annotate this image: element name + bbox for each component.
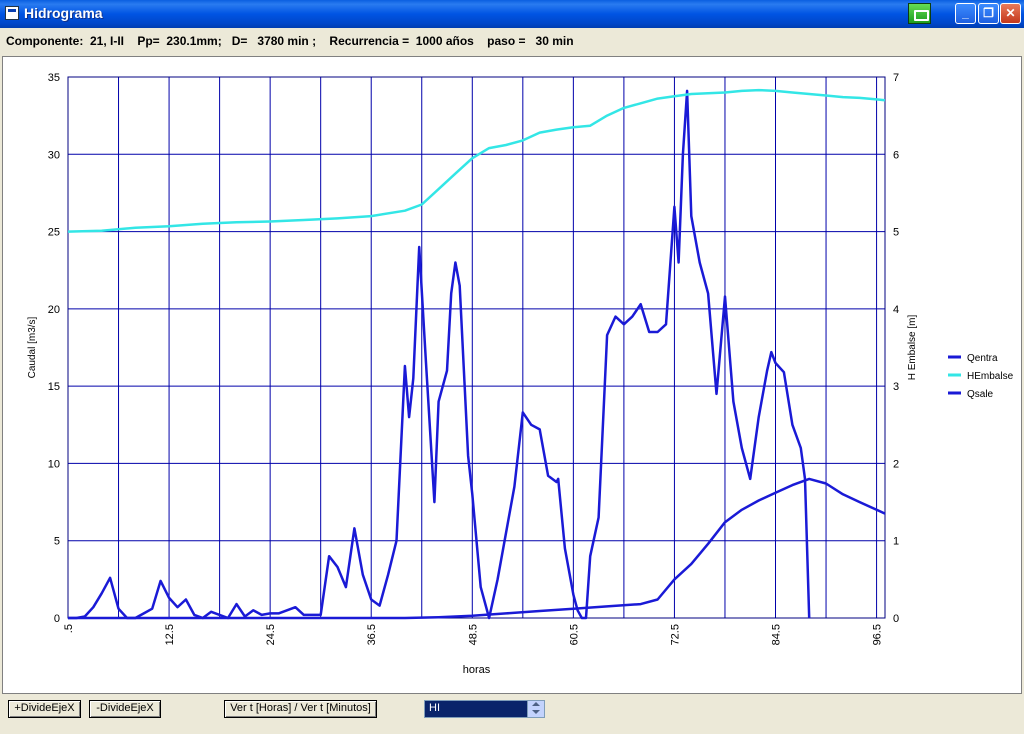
x-tick-label: 84.5 bbox=[771, 624, 783, 645]
close-button[interactable]: ✕ bbox=[1000, 3, 1021, 24]
x-tick-label: 36.5 bbox=[366, 624, 378, 645]
app-icon[interactable] bbox=[5, 6, 19, 20]
y-left-tick-label: 35 bbox=[48, 72, 60, 84]
y-left-tick-label: 10 bbox=[48, 458, 60, 470]
minimize-button[interactable]: _ bbox=[955, 3, 976, 24]
y-left-tick-label: 15 bbox=[48, 381, 60, 393]
divide-x-plus-button[interactable]: +DivideEjeX bbox=[8, 700, 81, 718]
x-tick-label: .5 bbox=[63, 624, 75, 633]
component-info: Componente: 21, I-II Pp= 230.1mm; D= 378… bbox=[0, 28, 1024, 54]
series-line-qsale bbox=[68, 477, 885, 620]
window-title: Hidrograma bbox=[24, 5, 103, 21]
x-tick-label: 96.5 bbox=[872, 624, 884, 645]
y-right-tick-label: 2 bbox=[893, 458, 899, 470]
y-left-tick-label: 20 bbox=[48, 304, 60, 316]
plot-area: 0 5 10 15 20 25 30 35 0 1 2 3 4 5 6 7 .5 12.5 24.5 36.5 48.5… bbox=[2, 56, 1022, 694]
divide-x-minus-button[interactable]: -DivideEjeX bbox=[89, 700, 161, 718]
x-tick-label: 48.5 bbox=[467, 624, 479, 645]
y-right-tick-label: 1 bbox=[893, 536, 899, 548]
y-right-tick-label: 7 bbox=[893, 72, 899, 84]
y-right-tick-label: 3 bbox=[893, 381, 899, 393]
y-left-tick-label: 0 bbox=[54, 613, 60, 625]
printer-icon[interactable] bbox=[908, 3, 931, 24]
hydrograph-chart: 0 5 10 15 20 25 30 35 0 1 2 3 4 5 6 7 .5 12.5 24.5 36.5 48.5… bbox=[27, 72, 1014, 676]
x-tick-label: 60.5 bbox=[568, 624, 580, 645]
y-right-tick-label: 4 bbox=[893, 304, 899, 316]
y-right-tick-label: 0 bbox=[893, 613, 899, 625]
x-tick-label: 72.5 bbox=[669, 624, 681, 645]
x-tick-label: 12.5 bbox=[164, 624, 176, 645]
controls-bar: +DivideEjeX -DivideEjeX Ver t [Horas] / … bbox=[0, 694, 1024, 734]
legend-label-qsale: Qsale bbox=[967, 389, 994, 400]
y-right-tick-label: 5 bbox=[893, 227, 899, 239]
toggle-time-units-button[interactable]: Ver t [Horas] / Ver t [Minutos] bbox=[224, 700, 377, 718]
hidrograma-window: Hidrograma _ ❐ ✕ Componente: 21, I-II Pp… bbox=[0, 0, 1024, 734]
legend-label-hembalse: HEmbalse bbox=[967, 371, 1014, 382]
series-line-qentra bbox=[68, 89, 811, 620]
title-bar[interactable]: Hidrograma _ ❐ ✕ bbox=[0, 0, 1024, 28]
x-tick-label: 24.5 bbox=[265, 624, 277, 645]
y-left-tick-label: 5 bbox=[54, 536, 60, 548]
y-right-axis-label: H Embalse [m] bbox=[907, 314, 918, 380]
combo-value: HI bbox=[429, 702, 440, 714]
y-left-tick-label: 25 bbox=[48, 227, 60, 239]
series-combo[interactable]: HI bbox=[424, 700, 545, 718]
x-axis-label: horas bbox=[463, 664, 491, 676]
restore-button[interactable]: ❐ bbox=[978, 3, 999, 24]
series-line-hembalse bbox=[68, 88, 885, 233]
spin-arrows-icon[interactable] bbox=[527, 701, 544, 717]
y-left-axis-label: Caudal [m3/s] bbox=[27, 316, 38, 378]
legend-label-qentra: Qentra bbox=[967, 353, 998, 364]
y-right-tick-label: 6 bbox=[893, 149, 899, 161]
y-left-tick-label: 30 bbox=[48, 149, 60, 161]
